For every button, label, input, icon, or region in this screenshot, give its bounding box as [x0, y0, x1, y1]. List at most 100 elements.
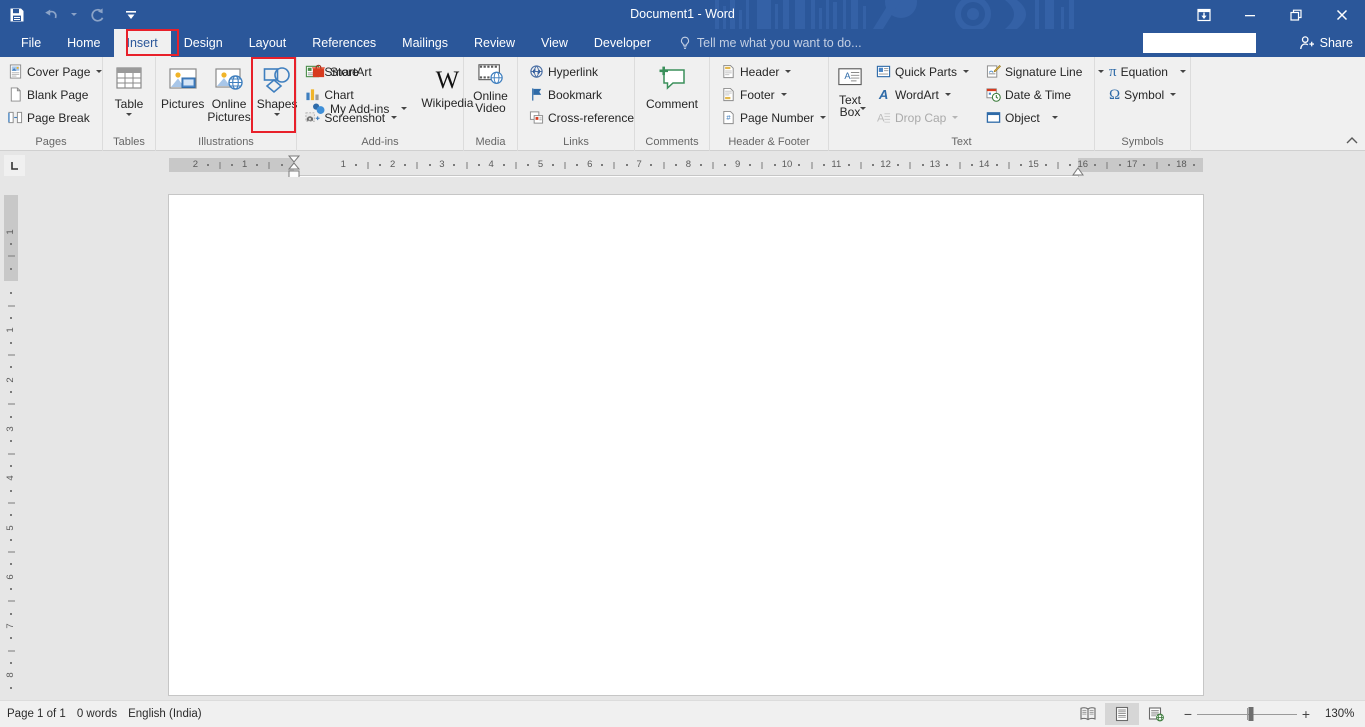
table-button[interactable]: Table	[107, 60, 151, 116]
pictures-button[interactable]: Pictures	[160, 60, 205, 111]
minimize-button[interactable]	[1227, 0, 1273, 29]
vertical-ruler[interactable]: 1 1 2 3 4 5 6 7 8	[0, 177, 1185, 697]
zoom-track[interactable]	[1197, 704, 1297, 724]
page-info[interactable]: Page 1 of 1	[7, 708, 77, 720]
symbol-button[interactable]: Ω Symbol	[1105, 83, 1190, 106]
footer-caret[interactable]	[780, 93, 787, 96]
ruler-tick: 4	[488, 159, 494, 170]
tab-mailings[interactable]: Mailings	[389, 29, 461, 57]
drop-cap-button[interactable]: A Drop Cap	[872, 106, 973, 129]
collapse-ribbon-button[interactable]	[1343, 133, 1361, 149]
tab-view[interactable]: View	[528, 29, 581, 57]
comment-icon	[656, 62, 688, 96]
shapes-button[interactable]: Shapes	[256, 60, 299, 116]
drop-cap-caret[interactable]	[952, 116, 959, 119]
search-input[interactable]	[1143, 33, 1256, 53]
blank-page-button[interactable]: Blank Page	[4, 83, 106, 106]
cover-page-button[interactable]: Cover Page	[4, 60, 106, 83]
ruler-minor-mark	[761, 162, 763, 169]
group-label-symbols: Symbols	[1121, 136, 1164, 148]
vertical-ruler-minor-mark	[8, 453, 15, 455]
tab-developer[interactable]: Developer	[581, 29, 664, 57]
read-mode-button[interactable]	[1071, 703, 1105, 725]
ruler-tick: 1	[340, 159, 346, 170]
print-layout-button[interactable]	[1105, 703, 1139, 725]
ruler-tick: 2	[389, 159, 396, 170]
ruler-minor-mark	[896, 164, 899, 166]
page-number-button[interactable]: # Page Number	[717, 106, 830, 129]
comment-button[interactable]: Comment	[639, 60, 705, 111]
signature-line-button[interactable]: Signature Line	[982, 60, 1108, 83]
object-caret[interactable]	[1051, 116, 1058, 119]
zoom-out-button[interactable]: −	[1179, 704, 1197, 724]
my-add-ins-button[interactable]: My Add-ins	[307, 97, 411, 120]
wordart-button[interactable]: A WordArt	[872, 83, 973, 106]
date-time-button[interactable]: Date & Time	[982, 83, 1108, 106]
quick-parts-caret[interactable]	[963, 70, 970, 73]
ruler-minor-mark	[367, 162, 369, 169]
online-pictures-button[interactable]: Online Pictures	[206, 60, 251, 123]
equation-button[interactable]: π Equation	[1105, 60, 1190, 83]
zoom-level[interactable]: 130%	[1325, 708, 1359, 720]
document-canvas[interactable]	[22, 177, 1365, 700]
tab-home[interactable]: Home	[54, 29, 113, 57]
wordart-caret[interactable]	[944, 93, 951, 96]
my-add-ins-caret[interactable]	[401, 107, 408, 110]
tell-me-search[interactable]: Tell me what you want to do...	[678, 29, 862, 57]
zoom-in-button[interactable]: +	[1297, 704, 1315, 724]
share-button[interactable]: Share	[1290, 29, 1365, 57]
vertical-ruler-bar[interactable]: 1 1 2 3 4 5 6 7 8	[4, 195, 1185, 695]
window-controls	[1181, 0, 1365, 29]
equation-icon: π	[1109, 63, 1117, 80]
tab-references[interactable]: References	[299, 29, 389, 57]
vertical-ruler-minor-mark	[10, 588, 12, 591]
cross-reference-button[interactable]: Cross-reference	[525, 106, 638, 129]
web-layout-button[interactable]	[1139, 703, 1173, 725]
store-button[interactable]: Store	[307, 60, 411, 83]
close-button[interactable]	[1319, 0, 1365, 29]
object-button[interactable]: Object	[982, 106, 1108, 129]
ribbon-display-options-button[interactable]	[1181, 0, 1227, 29]
table-caret[interactable]	[126, 112, 132, 116]
page-break-button[interactable]: Page Break	[4, 106, 106, 129]
tab-stop-selector[interactable]	[4, 155, 25, 176]
vertical-ruler-minor-mark	[10, 612, 12, 615]
horizontal-ruler-bar[interactable]: 2 1 1 2 3 4 5 6 7 8 9 10 11 12 13 14 15 16 17 18	[169, 155, 1203, 676]
hyperlink-button[interactable]: Hyperlink	[525, 60, 638, 83]
tab-layout[interactable]: Layout	[236, 29, 300, 57]
ruler-minor-mark	[1192, 164, 1195, 166]
text-box-caret[interactable]	[860, 107, 866, 110]
word-count[interactable]: 0 words	[77, 708, 128, 720]
restore-button[interactable]	[1273, 0, 1319, 29]
tab-insert[interactable]: Insert	[113, 29, 171, 57]
table-icon	[113, 62, 145, 96]
tab-review[interactable]: Review	[461, 29, 528, 57]
tab-file[interactable]: File	[8, 29, 54, 57]
ruler-minor-mark	[1143, 164, 1146, 166]
proofing-language[interactable]: English (India)	[128, 708, 213, 720]
tab-design[interactable]: Design	[171, 29, 236, 57]
vertical-ruler-minor-mark	[8, 650, 15, 652]
footer-button[interactable]: Footer	[717, 83, 830, 106]
zoom-thumb[interactable]	[1248, 707, 1254, 721]
ruler-minor-mark	[798, 164, 801, 166]
header-button[interactable]: Header	[717, 60, 830, 83]
online-video-button[interactable]: Online Video	[468, 60, 513, 114]
document-page[interactable]	[169, 195, 1203, 695]
ruler-minor-mark	[268, 162, 270, 169]
quick-parts-button[interactable]: Quick Parts	[872, 60, 973, 83]
symbol-caret[interactable]	[1170, 93, 1177, 96]
header-caret[interactable]	[785, 70, 792, 73]
vertical-ruler-minor-mark	[8, 255, 15, 257]
header-label: Header	[740, 64, 780, 79]
shapes-caret[interactable]	[274, 112, 281, 116]
bookmark-button[interactable]: Bookmark	[525, 83, 638, 106]
vertical-ruler-minor-mark	[10, 243, 12, 246]
cover-page-caret[interactable]	[96, 70, 103, 73]
equation-caret[interactable]	[1179, 70, 1186, 73]
pictures-icon	[167, 62, 199, 96]
my-add-ins-icon	[313, 103, 325, 114]
zoom-slider[interactable]: − +	[1179, 704, 1315, 724]
text-box-button[interactable]: A Text Box	[833, 60, 867, 118]
page-number-caret[interactable]	[820, 116, 827, 119]
